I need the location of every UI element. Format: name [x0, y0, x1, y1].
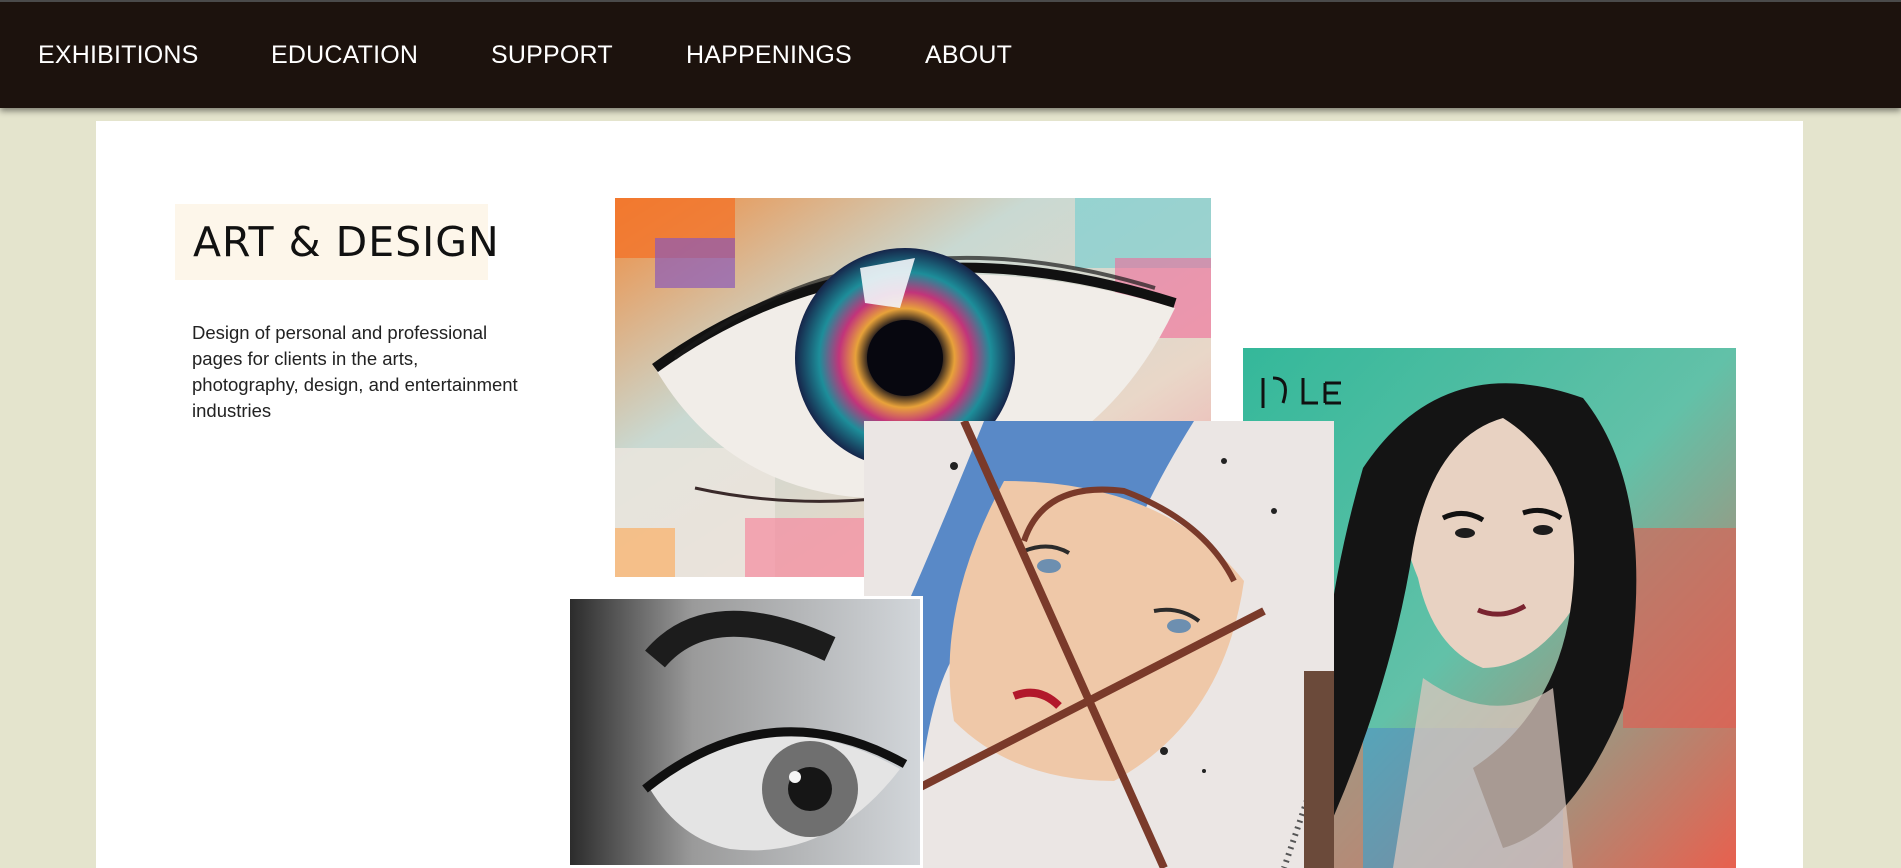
nav-item-exhibitions[interactable]: EXHIBITIONS	[38, 40, 199, 70]
pencil-eye-image	[567, 596, 923, 868]
page-title: ART & DESIGN	[193, 218, 500, 266]
section-description: Design of personal and professional page…	[192, 322, 518, 421]
nav-item-about[interactable]: ABOUT	[925, 40, 1012, 70]
title-banner: ART & DESIGN	[175, 204, 499, 280]
nav-item-happenings[interactable]: HAPPENINGS	[686, 40, 852, 70]
mirror-face-image	[864, 421, 1334, 868]
content-panel: ART & DESIGN Design of personal and prof…	[96, 121, 1803, 868]
top-navigation: EXHIBITIONS EDUCATION SUPPORT HAPPENINGS…	[0, 0, 1901, 108]
nav-item-support[interactable]: SUPPORT	[491, 40, 613, 70]
nav-item-education[interactable]: EDUCATION	[271, 40, 418, 70]
